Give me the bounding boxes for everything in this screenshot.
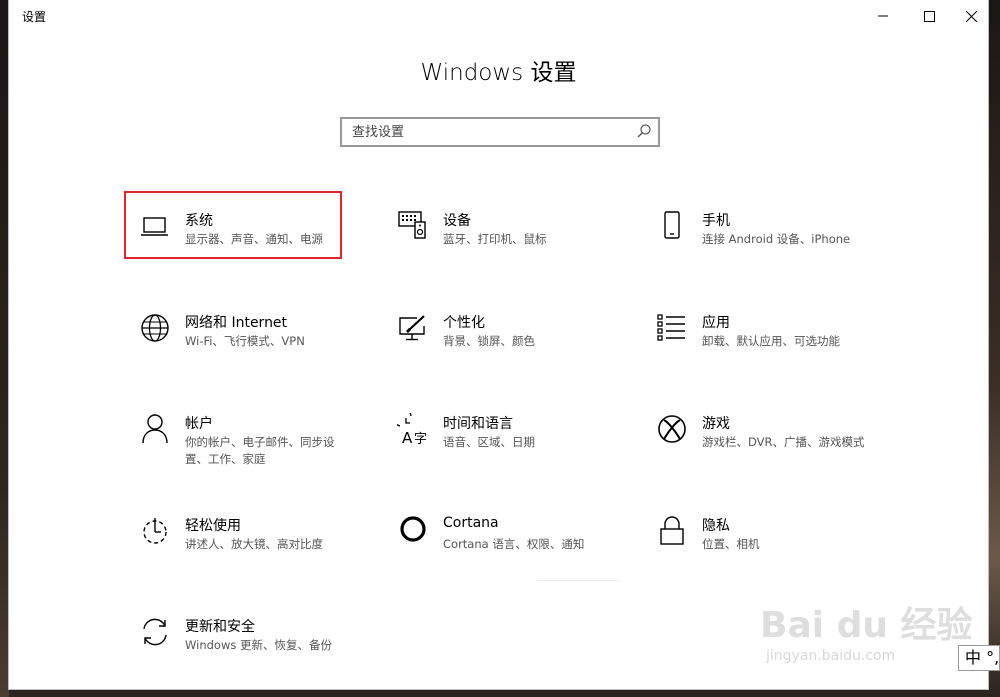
tile-name: 更新和安全: [185, 619, 255, 635]
tile-ease-of-access[interactable]: 轻松使用 讲述人、放大镜、高对比度: [135, 515, 365, 577]
tile-desc: 卸载、默认应用、可选功能: [702, 334, 840, 348]
search-input[interactable]: [342, 119, 622, 145]
close-icon: [965, 10, 977, 22]
tile-name: 手机: [702, 213, 730, 229]
phone-icon: [656, 210, 688, 242]
tile-name: 网络和 Internet: [185, 315, 288, 331]
globe-icon: [139, 312, 171, 344]
tile-name: 系统: [185, 213, 213, 229]
tile-name: 帐户: [185, 416, 213, 432]
tile-personalization[interactable]: 个性化 背景、锁屏、颜色: [393, 312, 623, 374]
tile-apps[interactable]: 应用 卸载、默认应用、可选功能: [652, 312, 882, 374]
tile-desc: 讲述人、放大镜、高对比度: [185, 537, 323, 551]
tile-name: 隐私: [702, 518, 730, 534]
tile-name: 游戏: [702, 416, 730, 432]
search-icon[interactable]: [637, 124, 651, 138]
tile-desc: Windows 更新、恢复、备份: [185, 638, 332, 652]
tile-name: 个性化: [443, 315, 485, 331]
settings-window: 设置 Windows 设置 系统 显示器、声音、通知、电源 设备 蓝牙、打印机: [9, 0, 988, 689]
desktop-background-right: [988, 0, 1000, 697]
laptop-icon: [139, 210, 171, 242]
tile-desc: 连接 Android 设备、iPhone: [702, 232, 851, 246]
tile-accounts[interactable]: 帐户 你的帐户、电子邮件、同步设置、工作、家庭: [135, 413, 365, 475]
tile-network[interactable]: 网络和 Internet Wi-Fi、飞行模式、VPN: [135, 312, 365, 374]
svg-text:字: 字: [414, 432, 427, 445]
tile-time-language[interactable]: A字 时间和语言 语音、区域、日期: [393, 413, 623, 475]
keyboard-speaker-icon: [397, 210, 429, 242]
tile-cortana[interactable]: Cortana Cortana 语言、权限、通知: [393, 515, 623, 577]
tile-desc: Wi-Fi、飞行模式、VPN: [185, 334, 305, 348]
tile-name: Cortana: [443, 515, 499, 531]
svg-text:A: A: [402, 429, 413, 445]
window-title: 设置: [22, 10, 47, 24]
page-title: Windows 设置: [420, 60, 577, 86]
divider: [537, 580, 621, 581]
tile-desc: Cortana 语言、权限、通知: [443, 537, 585, 551]
xbox-icon: [656, 413, 688, 445]
tile-desc: 语音、区域、日期: [443, 435, 535, 449]
ease-of-access-icon: [139, 515, 171, 547]
tile-name: 轻松使用: [185, 518, 241, 534]
title-bar[interactable]: 设置: [9, 0, 988, 32]
tile-desc: 游戏栏、DVR、广播、游戏模式: [702, 435, 865, 449]
tile-name: 设备: [443, 213, 471, 229]
tile-name: 时间和语言: [443, 416, 513, 432]
tile-phone[interactable]: 手机 连接 Android 设备、iPhone: [652, 210, 882, 272]
tile-system[interactable]: 系统 显示器、声音、通知、电源: [135, 210, 365, 272]
desktop-background-left: [0, 0, 9, 697]
ime-indicator[interactable]: 中 °,: [958, 645, 1000, 671]
cortana-icon: [397, 515, 429, 547]
app-list-icon: [656, 312, 688, 344]
tile-desc: 位置、相机: [702, 537, 760, 551]
minimize-button[interactable]: [860, 0, 906, 32]
tile-desc: 显示器、声音、通知、电源: [185, 232, 323, 246]
lock-icon: [656, 515, 688, 547]
tile-desc: 背景、锁屏、颜色: [443, 334, 535, 348]
close-button[interactable]: [948, 0, 994, 32]
tile-gaming[interactable]: 游戏 游戏栏、DVR、广播、游戏模式: [652, 413, 882, 475]
search-box[interactable]: [340, 117, 660, 147]
tile-devices[interactable]: 设备 蓝牙、打印机、鼠标: [393, 210, 623, 272]
minimize-icon: [878, 15, 888, 17]
maximize-icon: [923, 10, 935, 22]
tile-desc: 蓝牙、打印机、鼠标: [443, 232, 547, 246]
tile-name: 应用: [702, 315, 730, 331]
maximize-button[interactable]: [906, 0, 952, 32]
person-icon: [139, 413, 171, 445]
tile-privacy[interactable]: 隐私 位置、相机: [652, 515, 882, 577]
sync-icon: [139, 616, 171, 648]
tile-update-security[interactable]: 更新和安全 Windows 更新、恢复、备份: [135, 616, 365, 678]
paint-monitor-icon: [397, 312, 429, 344]
tile-desc: 你的帐户、电子邮件、同步设置、工作、家庭: [185, 435, 335, 466]
time-language-icon: A字: [397, 413, 429, 445]
